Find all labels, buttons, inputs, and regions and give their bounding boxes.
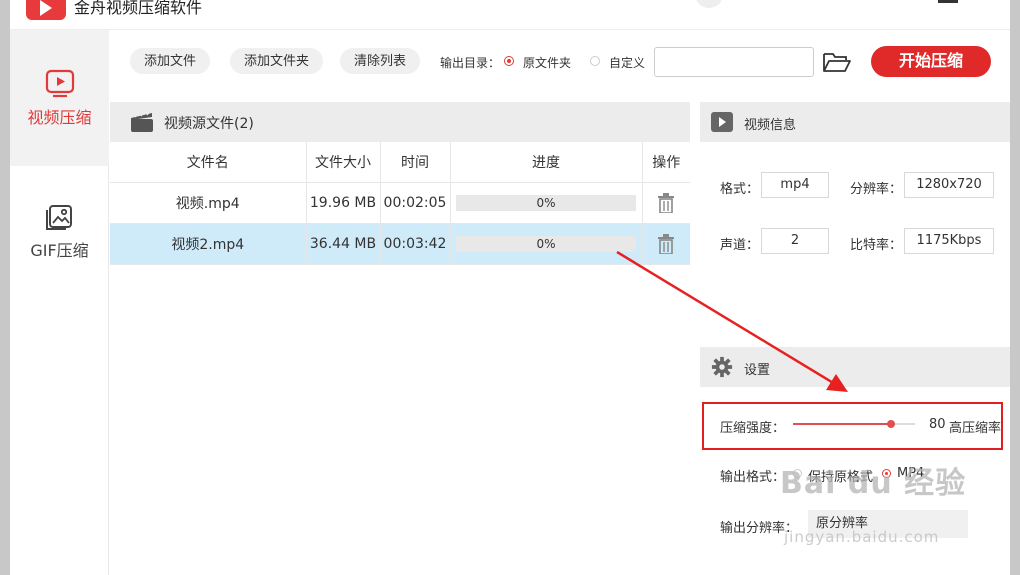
radio-custom[interactable]	[590, 56, 600, 66]
compression-slider[interactable]	[793, 420, 915, 428]
channels-value: 2	[761, 228, 829, 254]
bitrate-label: 比特率：	[850, 238, 903, 253]
bitrate-value: 1175Kbps	[904, 228, 994, 254]
watermark-url: jingyan.baidu.com	[784, 528, 940, 546]
trash-icon[interactable]	[657, 233, 675, 254]
compression-strength-desc: 高压缩率	[949, 421, 1002, 436]
folder-open-icon[interactable]	[822, 50, 852, 74]
file-panel-title: 视频源文件(2)	[164, 116, 254, 132]
video-play-icon	[45, 69, 74, 98]
progress-bar: 0%	[456, 235, 636, 252]
resolution-value: 1280x720	[904, 172, 994, 198]
col-header-action: 操作	[642, 142, 690, 183]
compression-strength-label: 压缩强度：	[720, 421, 786, 436]
sidebar: 视频压缩 GIF压缩	[10, 30, 109, 575]
file-size: 36.44 MB	[306, 223, 381, 265]
file-list-panel: 视频源文件(2) 文件名 文件大小 时间 进度 操作 视频.mp4 19.96 …	[110, 102, 690, 575]
user-avatar-icon[interactable]	[696, 0, 722, 8]
output-dir-label: 输出目录：	[440, 56, 501, 70]
video-info-header: 视频信息	[700, 102, 1010, 142]
file-duration: 00:03:42	[380, 223, 451, 265]
app-logo-icon	[26, 0, 66, 20]
add-folder-button[interactable]: 添加文件夹	[230, 48, 324, 74]
file-table: 文件名 文件大小 时间 进度 操作 视频.mp4 19.96 MB 00:02:…	[110, 142, 690, 265]
window-edge	[1010, 0, 1020, 575]
start-compress-button[interactable]: 开始压缩	[871, 46, 991, 77]
app-title: 金舟视频压缩软件	[74, 0, 203, 17]
watermark-logo: Bai du 经验	[780, 466, 967, 501]
trash-icon[interactable]	[657, 192, 675, 213]
compression-strength-value: 80	[929, 417, 946, 432]
settings-title: 设置	[744, 363, 771, 378]
output-format-label: 输出格式：	[720, 470, 786, 485]
minimize-button[interactable]	[938, 0, 958, 3]
sidebar-item-gif-compress[interactable]: GIF压缩	[10, 166, 109, 296]
clear-list-button[interactable]: 清除列表	[340, 48, 421, 74]
file-panel-header: 视频源文件(2)	[110, 102, 690, 142]
title-bar: 金舟视频压缩软件	[10, 0, 1010, 30]
settings-header: 设置	[700, 347, 1010, 387]
radio-source-folder[interactable]	[504, 56, 514, 66]
table-header-row: 文件名 文件大小 时间 进度 操作	[110, 142, 690, 183]
output-path-input[interactable]	[654, 47, 814, 77]
col-header-progress: 进度	[450, 142, 643, 183]
clapperboard-icon	[131, 111, 153, 132]
file-duration: 00:02:05	[380, 182, 451, 224]
file-name: 视频2.mp4	[110, 223, 307, 265]
file-name: 视频.mp4	[110, 182, 307, 224]
sidebar-item-video-compress[interactable]: 视频压缩	[10, 30, 109, 166]
table-row[interactable]: 视频.mp4 19.96 MB 00:02:05 0%	[110, 182, 690, 224]
col-header-time: 时间	[380, 142, 451, 183]
slider-fill	[793, 423, 891, 425]
radio-source-folder-label: 原文件夹	[523, 56, 572, 70]
table-row[interactable]: 视频2.mp4 36.44 MB 00:03:42 0%	[110, 223, 690, 265]
video-info-panel: 视频信息 格式： mp4 分辨率： 1280x720 声道： 2 比特率： 11…	[700, 102, 1010, 332]
sidebar-item-label: GIF压缩	[30, 241, 89, 260]
col-header-name: 文件名	[110, 142, 307, 183]
col-header-size: 文件大小	[306, 142, 381, 183]
progress-bar: 0%	[456, 194, 636, 211]
format-label: 格式：	[720, 182, 760, 197]
add-file-button[interactable]: 添加文件	[130, 48, 211, 74]
file-size: 19.96 MB	[306, 182, 381, 224]
channels-label: 声道：	[720, 238, 760, 253]
sidebar-item-label: 视频压缩	[27, 108, 92, 127]
video-info-title: 视频信息	[744, 118, 797, 133]
radio-custom-label: 自定义	[609, 56, 646, 70]
slider-handle[interactable]	[886, 420, 895, 428]
format-value: mp4	[761, 172, 829, 198]
video-play-icon	[711, 112, 733, 132]
resolution-label: 分辨率：	[850, 182, 903, 197]
toolbar: 添加文件 添加文件夹 清除列表 输出目录： 原文件夹 自定义 开始压缩	[110, 30, 1010, 94]
image-stack-icon	[45, 205, 72, 230]
gear-icon	[711, 356, 733, 378]
